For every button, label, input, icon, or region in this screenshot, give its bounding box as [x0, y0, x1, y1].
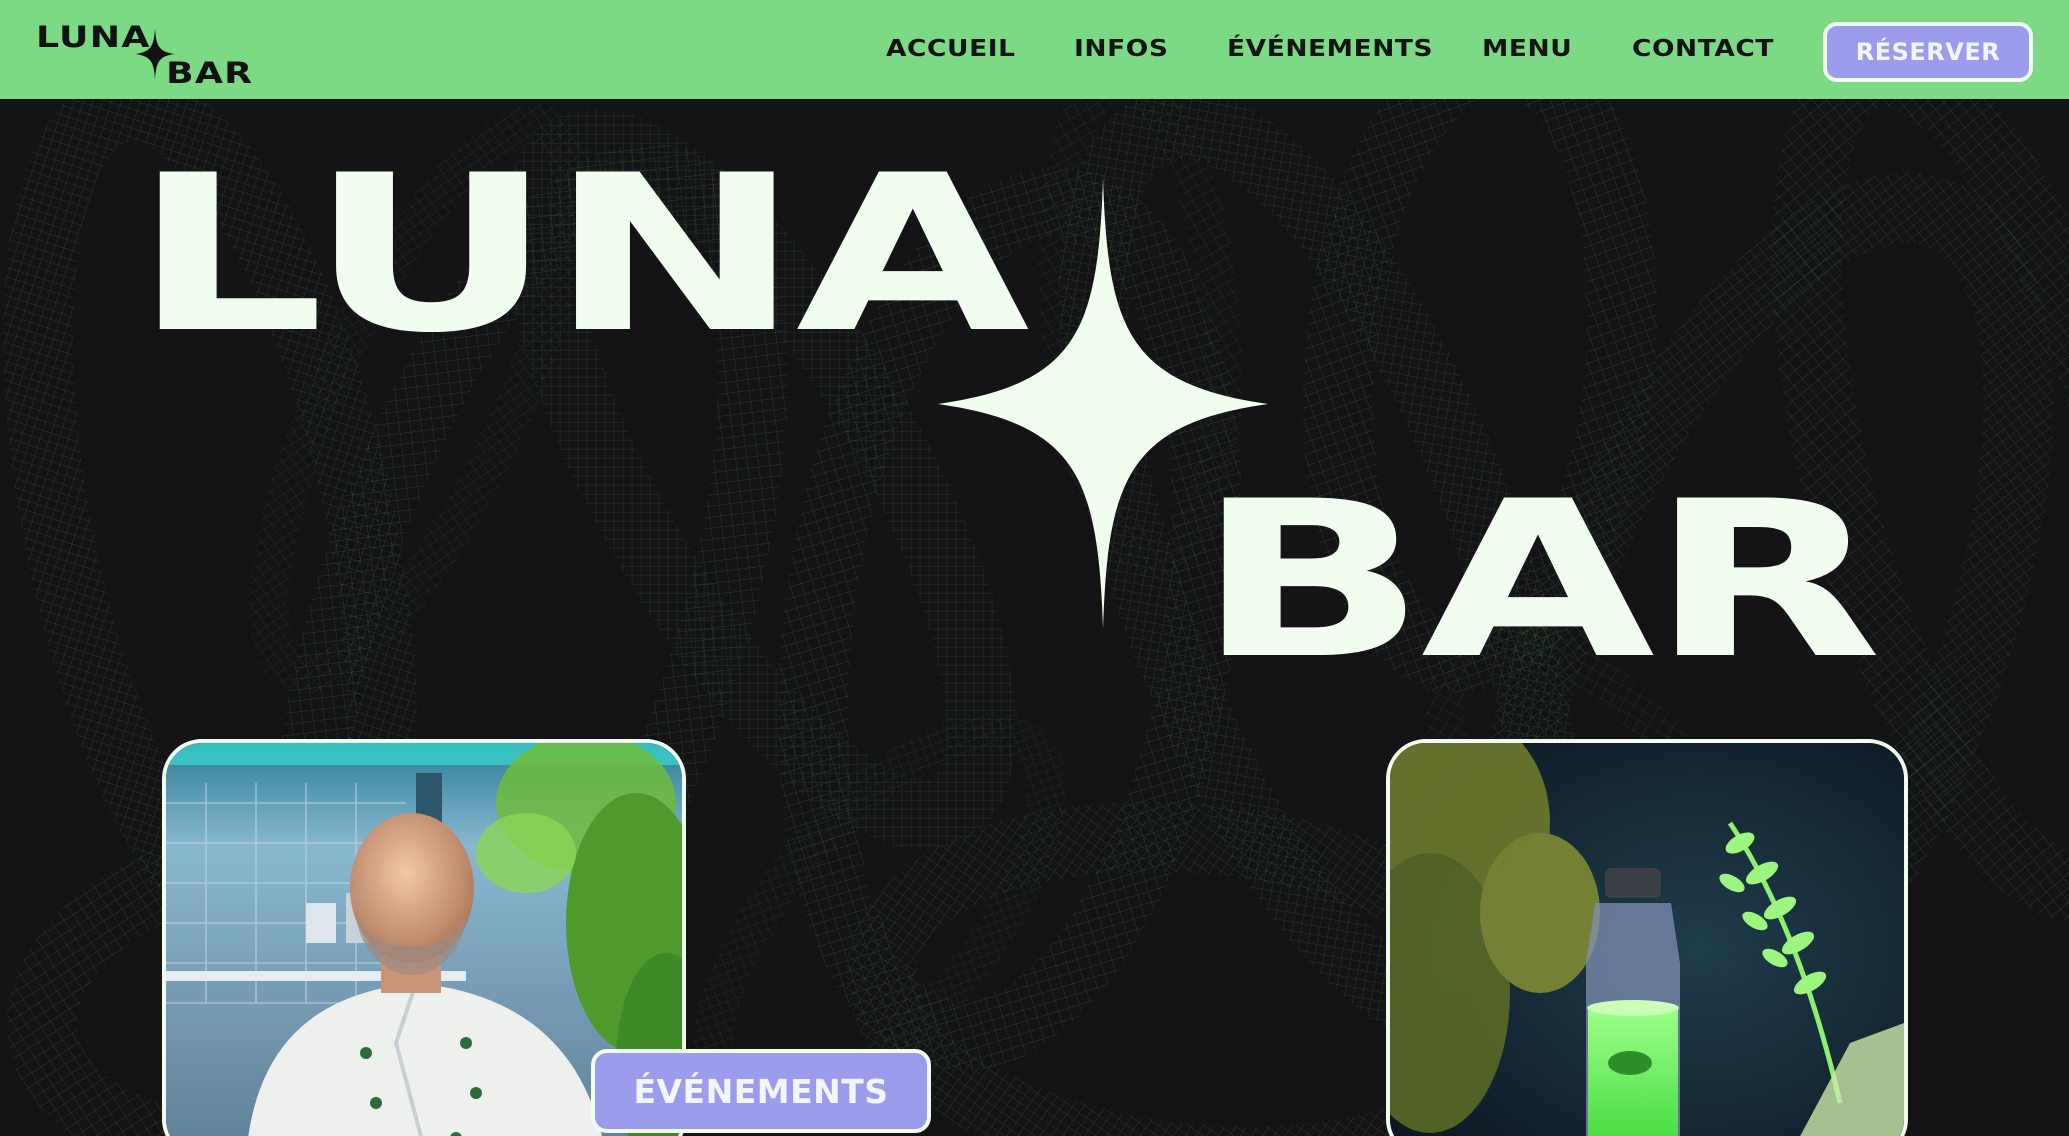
nav-item-contact[interactable]: CONTACT — [1632, 36, 1774, 62]
hero-title-bar: BAR — [1196, 455, 1882, 706]
drink-photo-card[interactable] — [1386, 739, 1908, 1136]
nav-item-infos[interactable]: INFOS — [1074, 36, 1168, 62]
site-header: LUNA BAR ACCUEIL INFOS ÉVÉNEMENTS MENU C… — [0, 0, 2069, 99]
hero-title-luna: LUNA — [132, 129, 1030, 380]
hero-section: LUNA BAR ÉVÉNEMENTS — [0, 99, 2069, 1136]
nav-item-accueil[interactable]: ACCUEIL — [886, 36, 1016, 62]
logo-text-luna: LUNA — [36, 20, 151, 54]
logo-text-bar: BAR — [166, 56, 254, 90]
nav-item-menu[interactable]: MENU — [1482, 36, 1572, 62]
bottle-photo — [1390, 743, 1904, 1136]
events-button[interactable]: ÉVÉNEMENTS — [591, 1049, 931, 1133]
reserve-button[interactable]: RÉSERVER — [1823, 22, 2033, 82]
site-logo[interactable]: LUNA BAR — [36, 18, 254, 90]
nav-item-evenements[interactable]: ÉVÉNEMENTS — [1227, 36, 1433, 62]
